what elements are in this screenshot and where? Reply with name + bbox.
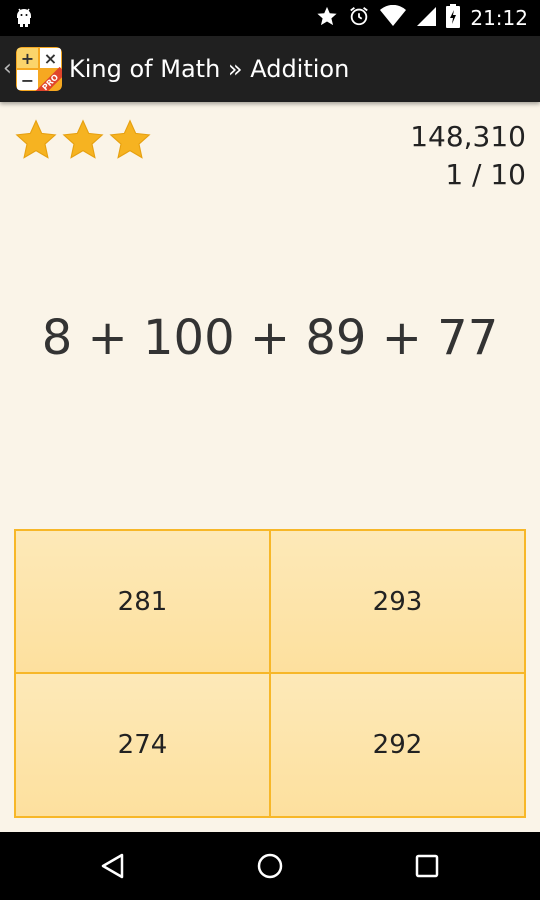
wifi-icon <box>380 4 407 31</box>
score-panel: 148,310 1 / 10 <box>410 118 526 194</box>
page-title: King of Math » Addition <box>69 55 350 83</box>
logo-plus: + <box>17 48 38 68</box>
star-rating <box>14 118 152 162</box>
rating-star-icon <box>109 119 151 159</box>
status-time: 21:12 <box>470 6 528 30</box>
recents-square-icon[interactable] <box>412 851 442 881</box>
answer-button[interactable]: 274 <box>14 672 271 818</box>
rating-star-icon <box>15 119 57 159</box>
logo-times: × <box>40 48 61 68</box>
app-logo[interactable]: + × − PRO <box>16 47 62 91</box>
answer-grid: 281 293 274 292 <box>14 529 526 818</box>
score-value: 148,310 <box>410 120 526 153</box>
math-problem: 8 + 100 + 89 + 77 <box>41 310 499 366</box>
navigation-bar <box>0 832 540 900</box>
home-circle-icon[interactable] <box>255 851 285 881</box>
action-bar: ‹ + × − PRO King of Math » Addition <box>0 36 540 102</box>
back-triangle-icon[interactable] <box>98 851 128 881</box>
answer-button[interactable]: 293 <box>269 529 526 674</box>
status-bar: 21:12 <box>0 0 540 36</box>
signal-icon <box>416 5 437 31</box>
rating-star-icon <box>62 119 104 159</box>
answer-button[interactable]: 292 <box>269 672 526 818</box>
answer-button[interactable]: 281 <box>14 529 271 674</box>
alarm-icon <box>348 5 370 31</box>
logo-minus: − <box>17 70 38 90</box>
battery-icon <box>446 4 461 32</box>
android-icon <box>14 6 34 32</box>
up-caret-icon[interactable]: ‹ <box>3 56 12 81</box>
star-icon <box>316 5 338 31</box>
question-progress: 1 / 10 <box>445 158 526 191</box>
